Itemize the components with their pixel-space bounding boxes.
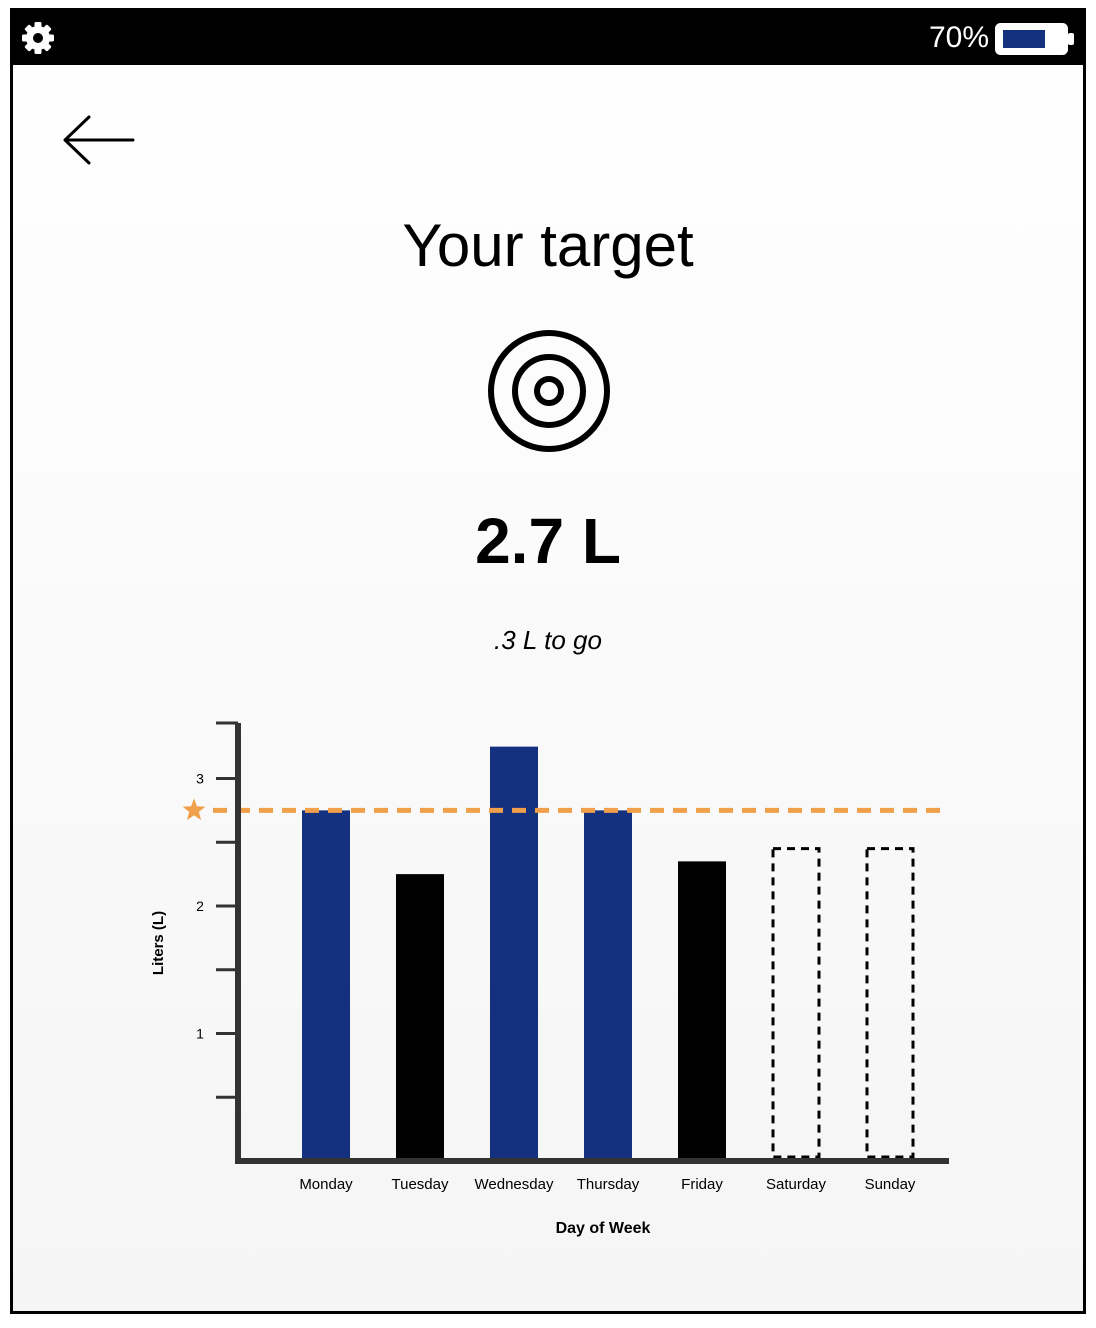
bar-monday (302, 810, 350, 1161)
x-tick-label: Saturday (766, 1176, 827, 1193)
bar-thursday (584, 810, 632, 1161)
y-axis-label: Liters (L) (150, 911, 167, 975)
star-icon (182, 798, 206, 821)
x-tick-label: Monday (299, 1176, 353, 1193)
x-tick-label: Thursday (577, 1176, 640, 1193)
y-ticks: 1 2 3 (196, 771, 238, 1099)
x-tick-label: Wednesday (475, 1176, 554, 1193)
bar-tuesday (396, 874, 444, 1161)
y-tick-label: 3 (196, 771, 204, 787)
weekly-intake-chart: 1 2 3 Monday Tuesday Wednesday Thursday Friday… (150, 721, 949, 1237)
y-tick-label: 2 (196, 898, 204, 914)
bar-friday (678, 861, 726, 1161)
app-frame: 70% Your target 2.7 L .3 L to go 123 Mon… (10, 8, 1086, 1314)
x-tick-label: Sunday (865, 1176, 916, 1193)
bar-saturday (771, 847, 821, 1159)
x-axis-label: Day of Week (556, 1220, 651, 1237)
x-tick-label: Tuesday (392, 1176, 449, 1193)
x-tick-labels: Monday Tuesday Wednesday Thursday Friday Satu… (299, 1176, 916, 1193)
bar-sunday (865, 847, 915, 1159)
target-line (182, 798, 949, 821)
x-tick-label: Friday (681, 1176, 723, 1193)
y-tick-label: 1 (196, 1026, 204, 1042)
